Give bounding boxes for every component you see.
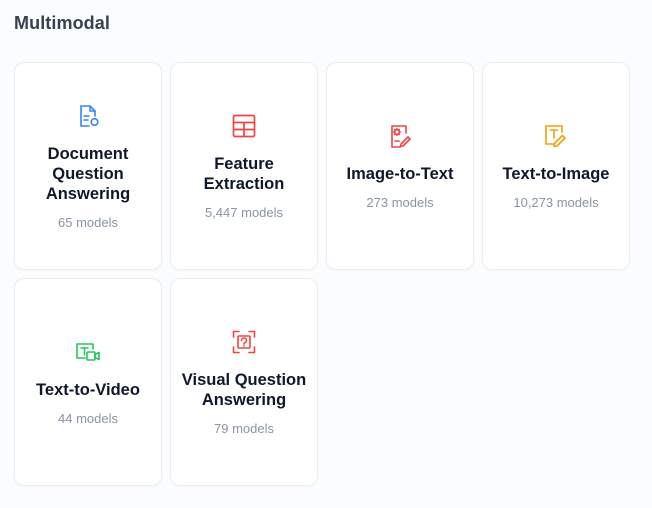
task-card-image-to-text[interactable]: Image-to-Text 273 models: [326, 62, 474, 270]
task-card-text-to-image[interactable]: Text-to-Image 10,273 models: [482, 62, 630, 270]
text-to-image-icon: [542, 122, 570, 150]
model-count: 5,447 models: [204, 205, 284, 220]
image-to-text-icon: [386, 122, 414, 150]
task-name: Feature Extraction: [203, 155, 285, 193]
task-card-document-question-answering[interactable]: Document Question Answering 65 models: [14, 62, 162, 270]
document-search-icon: [74, 102, 102, 130]
model-count: 10,273 models: [513, 195, 599, 210]
task-name: Image-to-Text: [346, 165, 454, 183]
model-count: 79 models: [214, 421, 274, 436]
visual-qa-icon: [230, 328, 258, 356]
task-card-text-to-video[interactable]: Text-to-Video 44 models: [14, 278, 162, 486]
task-name: Document Question Answering: [45, 145, 131, 203]
task-name: Text-to-Video: [36, 381, 140, 399]
task-grid: Document Question Answering 65 models Fe…: [14, 62, 630, 486]
task-card-feature-extraction[interactable]: Feature Extraction 5,447 models: [170, 62, 318, 270]
model-count: 273 models: [366, 195, 434, 210]
model-count: 44 models: [58, 411, 118, 426]
task-name: Text-to-Image: [502, 165, 610, 183]
task-card-visual-question-answering[interactable]: Visual Question Answering 79 models: [170, 278, 318, 486]
table-grid-icon: [230, 112, 258, 140]
model-count: 65 models: [58, 215, 118, 230]
text-to-video-icon: [74, 338, 102, 366]
task-name: Visual Question Answering: [181, 371, 307, 409]
section-title: Multimodal: [14, 13, 110, 33]
